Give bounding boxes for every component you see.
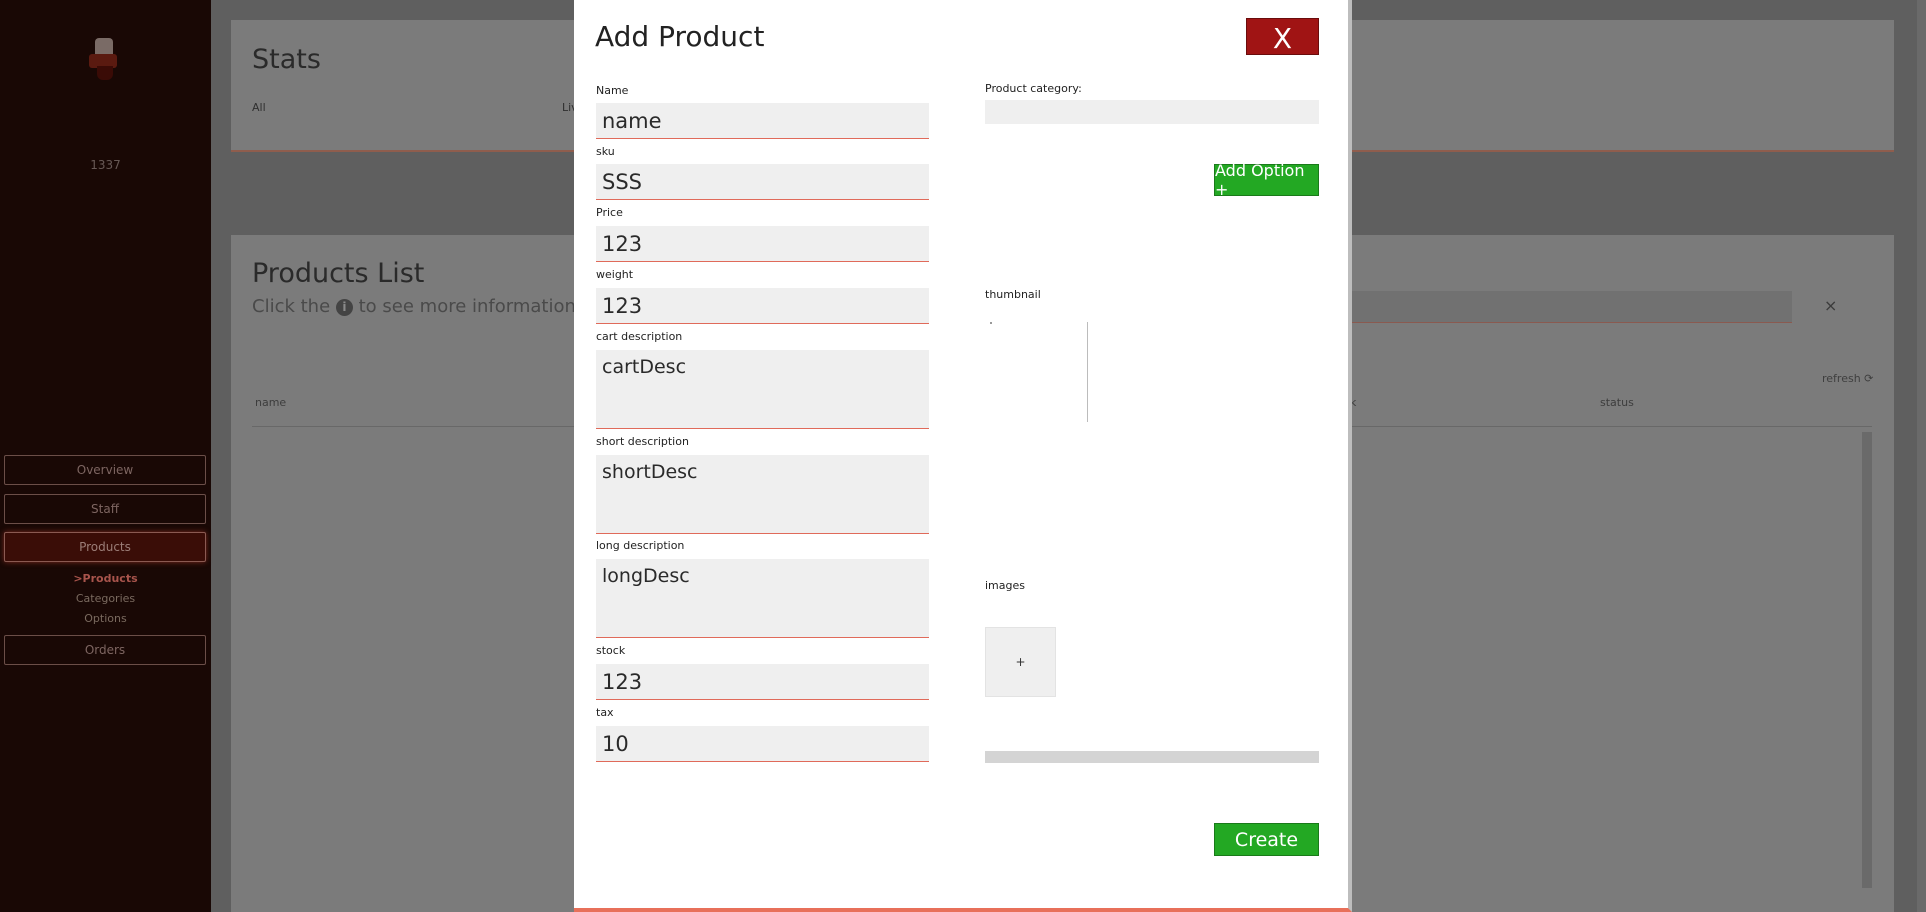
clear-search-icon[interactable]: × <box>1824 296 1837 315</box>
sku-label: sku <box>596 145 615 158</box>
sku-field[interactable] <box>596 164 929 200</box>
modal-title: Add Product <box>595 20 765 53</box>
thumbnail-dropzone[interactable] <box>985 322 1088 422</box>
products-list-title: Products List <box>252 258 425 289</box>
name-label: Name <box>596 84 629 97</box>
tax-field[interactable] <box>596 726 929 762</box>
close-modal-button[interactable]: X <box>1246 18 1319 55</box>
stats-tab-all[interactable]: All <box>252 101 266 114</box>
sidebar: 1337 Overview Staff Products >Products C… <box>0 0 211 912</box>
weight-field[interactable] <box>596 288 929 324</box>
price-label: Price <box>596 206 623 219</box>
subnav-options[interactable]: Options <box>0 612 211 625</box>
short-description-label: short description <box>596 435 689 448</box>
nav-orders-button[interactable]: Orders <box>4 635 206 665</box>
price-field[interactable] <box>596 226 929 262</box>
thumbnail-placeholder-icon <box>990 322 992 324</box>
upload-progress-bar <box>985 751 1319 763</box>
create-button[interactable]: Create <box>1214 823 1319 856</box>
subnav-products[interactable]: >Products <box>0 572 211 585</box>
info-icon: i <box>335 299 353 316</box>
cart-description-label: cart description <box>596 330 683 343</box>
product-search-input[interactable] <box>1352 291 1792 323</box>
tax-label: tax <box>596 706 614 719</box>
subnav-categories[interactable]: Categories <box>0 592 211 605</box>
weight-label: weight <box>596 268 634 281</box>
products-list-subtitle: Click the i to see more information <box>252 296 576 317</box>
page-scrollbar[interactable] <box>1917 0 1926 912</box>
add-option-button[interactable]: Add Option + <box>1214 161 1319 199</box>
cart-description-field[interactable]: cartDesc <box>596 350 929 429</box>
list-scrollbar[interactable] <box>1862 432 1872 888</box>
subtitle-after: to see more information <box>358 296 576 317</box>
product-category-label: Product category: <box>985 82 1082 95</box>
images-label: images <box>985 579 1025 592</box>
add-image-button[interactable]: + <box>985 627 1056 697</box>
thumbnail-label: thumbnail <box>985 288 1041 301</box>
nav-staff-button[interactable]: Staff <box>4 494 206 524</box>
column-header-name[interactable]: name <box>255 396 286 409</box>
long-description-field[interactable]: longDesc <box>596 559 929 638</box>
stats-title: Stats <box>252 44 321 75</box>
column-header-status[interactable]: status <box>1600 396 1634 409</box>
user-avatar[interactable] <box>89 38 119 82</box>
subtitle-before: Click the <box>252 296 331 317</box>
refresh-button[interactable]: refresh ⟳ <box>1822 372 1873 385</box>
product-category-field[interactable] <box>985 100 1319 124</box>
stock-label: stock <box>596 644 626 657</box>
short-description-field[interactable]: shortDesc <box>596 455 929 534</box>
long-description-label: long description <box>596 539 685 552</box>
name-field[interactable] <box>596 103 929 139</box>
nav-overview-button[interactable]: Overview <box>4 455 206 485</box>
stock-field[interactable] <box>596 664 929 700</box>
user-id: 1337 <box>90 158 121 172</box>
nav-products-button[interactable]: Products <box>4 532 206 562</box>
